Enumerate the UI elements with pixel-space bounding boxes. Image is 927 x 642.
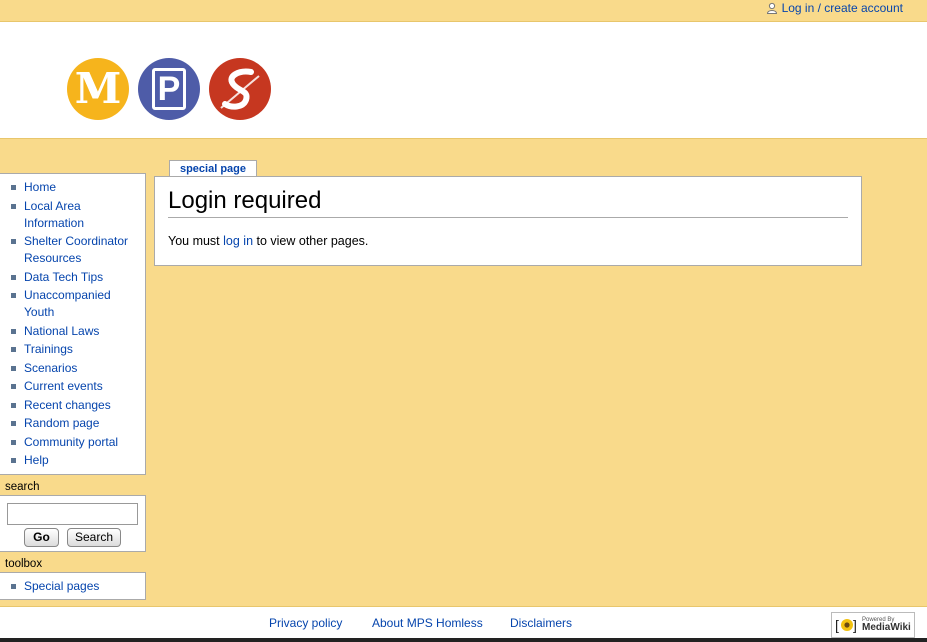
nav-link-recent-changes[interactable]: Recent changes xyxy=(24,398,111,412)
powered-by-mediawiki-badge[interactable]: [ ] Powered By MediaWiki xyxy=(831,612,915,638)
nav-item-recent-changes: Recent changes xyxy=(0,397,145,414)
nav-link-unaccompanied-youth[interactable]: Unaccompanied Youth xyxy=(24,288,111,319)
nav-item-data-tech-tips: Data Tech Tips xyxy=(0,269,145,286)
nav-item-random-page: Random page xyxy=(0,415,145,432)
bullet-icon xyxy=(11,347,16,352)
toolbox-list: Special pages xyxy=(0,578,145,595)
user-icon xyxy=(766,2,777,14)
personal-bar: Log in / create account xyxy=(0,0,927,21)
footer-disclaimers-link[interactable]: Disclaimers xyxy=(510,616,572,630)
tab-special-page[interactable]: special page xyxy=(169,160,257,177)
site-header: M P xyxy=(0,21,927,139)
nav-link-local-area-information[interactable]: Local Area Information xyxy=(24,199,84,230)
nav-item-help: Help xyxy=(0,452,145,469)
bullet-icon xyxy=(11,421,16,426)
login-inline-link[interactable]: log in xyxy=(223,234,253,248)
nav-link-national-laws[interactable]: National Laws xyxy=(24,324,99,338)
nav-item-trainings: Trainings xyxy=(0,341,145,358)
footer-privacy-link[interactable]: Privacy policy xyxy=(269,616,342,630)
svg-text:]: ] xyxy=(853,617,857,633)
footer-about-link[interactable]: About MPS Homless xyxy=(372,616,483,630)
nav-item-national-laws: National Laws xyxy=(0,323,145,340)
nav-item-community-portal: Community portal xyxy=(0,434,145,451)
nav-item-unaccompanied-youth: Unaccompanied Youth xyxy=(0,287,145,321)
logo-p[interactable]: P xyxy=(138,58,200,120)
powered-by-mediawiki-text: MediaWiki xyxy=(862,622,911,633)
toolbox-portlet: Special pages xyxy=(0,572,146,600)
page-title: Login required xyxy=(168,187,848,218)
nav-link-current-events[interactable]: Current events xyxy=(24,379,103,393)
toolbox-portlet-title: toolbox xyxy=(5,558,43,570)
nav-link-help[interactable]: Help xyxy=(24,453,49,467)
search-portlet: Go Search xyxy=(0,495,146,552)
body-text-suffix: to view other pages. xyxy=(253,234,369,248)
search-portlet-title: search xyxy=(5,481,40,493)
logo-s-glyph-icon xyxy=(220,68,260,110)
nav-link-community-portal[interactable]: Community portal xyxy=(24,435,118,449)
footer: Privacy policy About MPS Homless Disclai… xyxy=(0,606,927,642)
bullet-icon xyxy=(11,365,16,371)
nav-link-trainings[interactable]: Trainings xyxy=(24,342,73,356)
navigation-list: Home Local Area Information Shelter Coor… xyxy=(0,179,145,469)
bullet-icon xyxy=(11,239,16,244)
bullet-icon xyxy=(11,439,16,445)
nav-item-scenarios: Scenarios xyxy=(0,360,145,377)
bullet-icon xyxy=(11,203,16,209)
logo-p-letter: P xyxy=(152,68,186,110)
bullet-icon xyxy=(11,274,16,280)
bullet-icon xyxy=(11,328,16,334)
powered-by-text: Powered By MediaWiki xyxy=(862,617,911,633)
bullet-icon xyxy=(11,584,16,589)
nav-item-home: Home xyxy=(0,179,145,196)
nav-item-local-area-information: Local Area Information xyxy=(0,198,145,232)
nav-link-scenarios[interactable]: Scenarios xyxy=(24,361,77,375)
navigation-portlet: Home Local Area Information Shelter Coor… xyxy=(0,173,146,475)
nav-link-data-tech-tips[interactable]: Data Tech Tips xyxy=(24,270,103,284)
nav-link-random-page[interactable]: Random page xyxy=(24,416,99,430)
bottom-edge-strip xyxy=(0,638,927,642)
svg-text:[: [ xyxy=(835,617,839,633)
toolbox-item-special-pages: Special pages xyxy=(0,578,145,595)
body-text-prefix: You must xyxy=(168,234,224,248)
login-create-account-link[interactable]: Log in / create account xyxy=(766,0,903,16)
bullet-icon xyxy=(11,384,16,389)
logo-m[interactable]: M xyxy=(67,58,129,120)
bullet-icon xyxy=(11,458,16,463)
search-input[interactable] xyxy=(7,503,138,525)
search-button[interactable]: Search xyxy=(67,528,121,547)
bullet-icon xyxy=(11,293,16,298)
body-text: You must log in to view other pages. xyxy=(168,234,368,248)
toolbox-link-special-pages[interactable]: Special pages xyxy=(24,579,99,593)
nav-item-current-events: Current events xyxy=(0,378,145,395)
bullet-icon xyxy=(11,402,16,408)
login-link-label: Log in / create account xyxy=(781,0,903,15)
tab-special-page-label: special page xyxy=(179,163,247,175)
nav-link-shelter-coordinator-resources[interactable]: Shelter Coordinator Resources xyxy=(24,234,128,265)
nav-item-shelter-coordinator-resources: Shelter Coordinator Resources xyxy=(0,233,145,267)
sunflower-icon: [ ] xyxy=(835,617,857,633)
content-area: Login required You must log in to view o… xyxy=(154,176,862,266)
nav-link-home[interactable]: Home xyxy=(24,180,56,194)
bullet-icon xyxy=(11,185,16,190)
logo-m-letter: M xyxy=(74,64,122,113)
logo-s[interactable] xyxy=(209,58,271,120)
go-button[interactable]: Go xyxy=(24,528,59,547)
